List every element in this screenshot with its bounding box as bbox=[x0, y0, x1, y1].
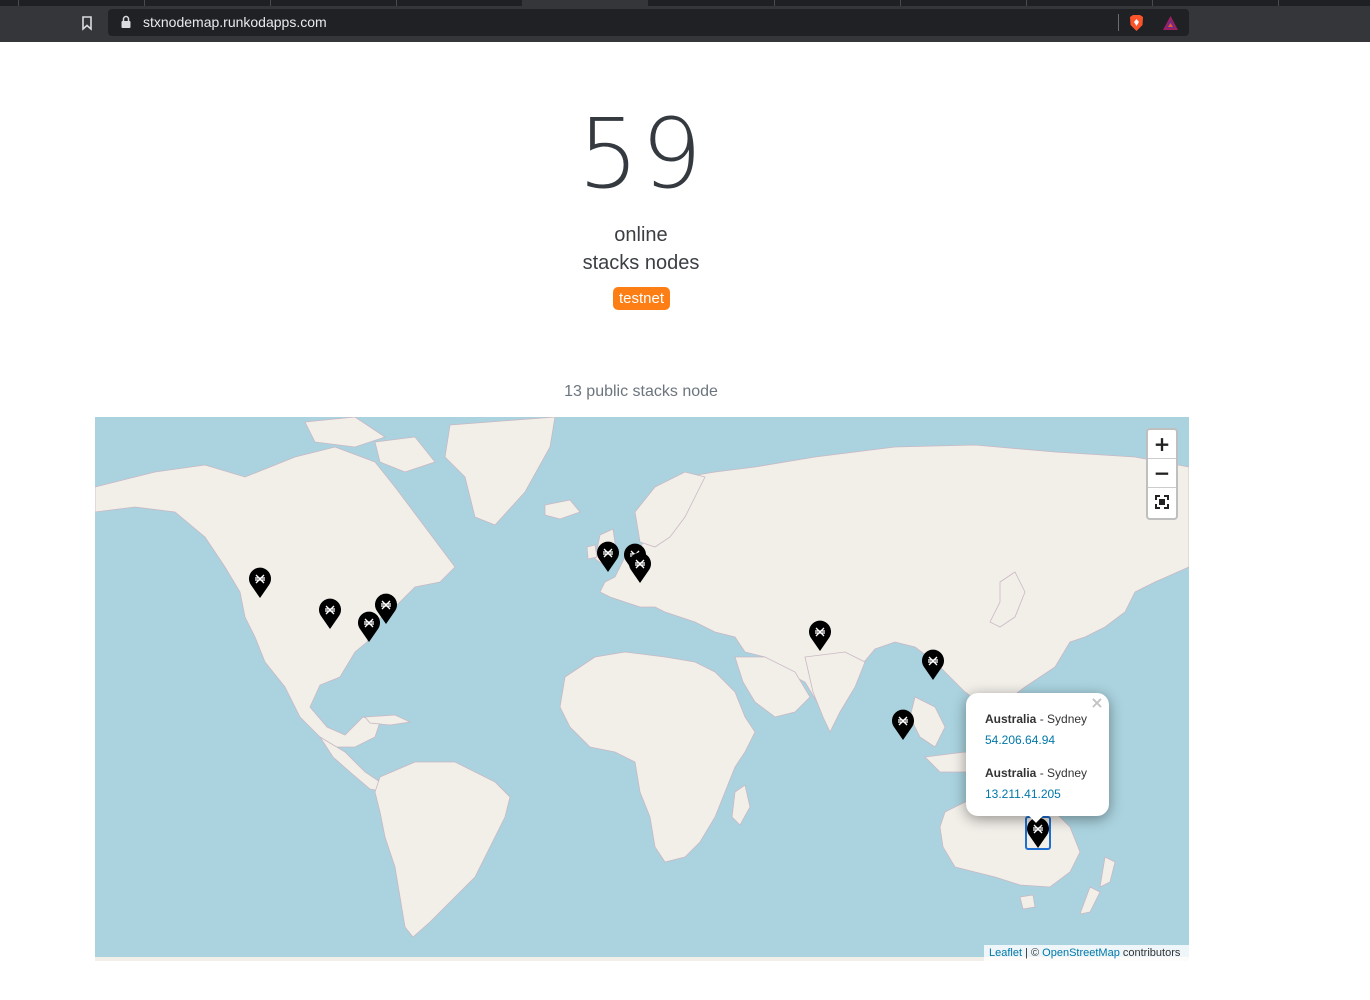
zoom-in-button[interactable]: + bbox=[1148, 430, 1176, 459]
online-label: online bbox=[614, 224, 668, 246]
attribution-separator: | © bbox=[1022, 947, 1043, 959]
zoom-out-button[interactable]: − bbox=[1148, 459, 1176, 488]
brave-shields-icon[interactable] bbox=[1128, 14, 1145, 32]
popup-ip-link-1[interactable]: 54.206.64.94 bbox=[985, 733, 1055, 747]
browser-toolbar: stxnodemap.runkodapps.com bbox=[0, 0, 1370, 42]
attribution-suffix: contributors bbox=[1119, 947, 1181, 959]
map-tiles bbox=[95, 417, 1189, 961]
popup-country-1: Australia bbox=[985, 712, 1037, 726]
popup-location-1: Australia - Sydney bbox=[985, 712, 1087, 726]
network-badge: testnet bbox=[613, 287, 670, 310]
popup-location-2: Australia - Sydney bbox=[985, 766, 1087, 780]
popup-ip-link-2[interactable]: 13.211.41.205 bbox=[985, 787, 1061, 801]
zoom-control: + − bbox=[1146, 428, 1178, 520]
public-node-count: 13 public stacks node bbox=[564, 383, 718, 400]
node-marker-us-west[interactable] bbox=[248, 567, 272, 599]
brave-rewards-icon[interactable] bbox=[1161, 14, 1180, 32]
popup-country-2: Australia bbox=[985, 766, 1037, 780]
nodes-label: stacks nodes bbox=[582, 252, 700, 274]
popup-city-2: - Sydney bbox=[1036, 766, 1088, 780]
popup-close-button[interactable]: × bbox=[1090, 695, 1104, 711]
tab-strip bbox=[0, 0, 1370, 6]
world-map[interactable] bbox=[95, 417, 1189, 961]
popup-city-1: - Sydney bbox=[1036, 712, 1088, 726]
url-text[interactable]: stxnodemap.runkodapps.com bbox=[143, 14, 327, 30]
fullscreen-button[interactable] bbox=[1148, 488, 1176, 517]
bookmark-icon[interactable] bbox=[78, 14, 96, 32]
active-tab[interactable] bbox=[522, 0, 648, 6]
lock-icon bbox=[121, 15, 131, 28]
node-marker-uk[interactable] bbox=[596, 541, 620, 573]
node-marker-us-central[interactable] bbox=[318, 598, 342, 630]
node-marker-india[interactable] bbox=[808, 620, 832, 652]
online-node-count: 59 bbox=[577, 98, 705, 210]
node-marker-hongkong[interactable] bbox=[921, 649, 945, 681]
openstreetmap-link[interactable]: OpenStreetMap bbox=[1042, 947, 1120, 959]
popup-tip bbox=[1026, 814, 1046, 824]
address-divider bbox=[1118, 14, 1119, 31]
node-marker-us-east-2[interactable] bbox=[374, 593, 398, 625]
map-attribution: Leaflet | © OpenStreetMap contributors bbox=[984, 945, 1189, 961]
node-marker-germany[interactable] bbox=[628, 552, 652, 584]
fullscreen-icon bbox=[1155, 495, 1169, 509]
leaflet-link[interactable]: Leaflet bbox=[989, 947, 1022, 959]
node-marker-singapore[interactable] bbox=[891, 709, 915, 741]
